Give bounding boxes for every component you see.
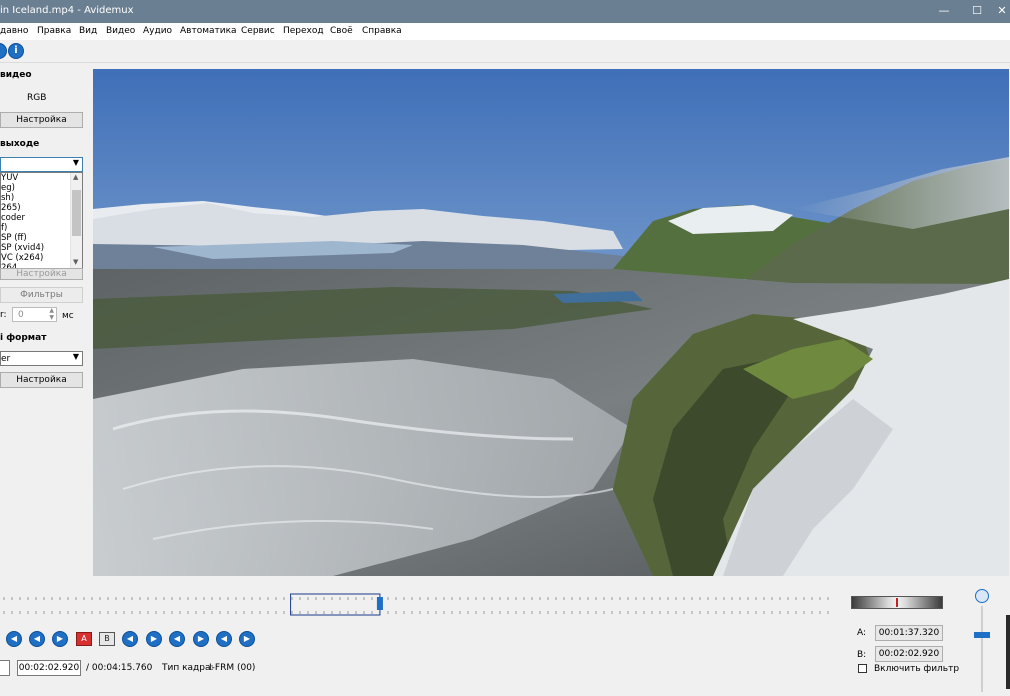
video-frame-image: [93, 69, 1009, 576]
menu-go[interactable]: Переход: [283, 26, 324, 36]
dropdown-scrollbar[interactable]: ▲ ▼: [70, 173, 82, 268]
goto-end-icon[interactable]: ▶: [239, 631, 255, 647]
shift-spinbox[interactable]: 0 ▲ ▼: [12, 307, 57, 322]
current-time-field[interactable]: 00:02:02.920: [17, 660, 81, 676]
video-config-button[interactable]: Настройка: [0, 112, 83, 128]
menu-view[interactable]: Вид: [79, 26, 97, 36]
prev-black-icon[interactable]: ◀: [169, 631, 185, 647]
title-bar: in Iceland.mp4 - Avidemux — ☐ ✕: [0, 0, 1010, 23]
scroll-up-icon[interactable]: ▲: [73, 173, 78, 181]
output-option[interactable]: f): [1, 223, 7, 233]
audio-meter: [851, 596, 943, 609]
menu-help[interactable]: Справка: [362, 26, 402, 36]
frame-type-value: I-FRM (00): [209, 663, 256, 673]
close-button[interactable]: ✕: [994, 2, 1010, 20]
shift-label: r:: [0, 310, 7, 320]
volume-slider-handle[interactable]: [974, 632, 990, 638]
menu-audio[interactable]: Аудио: [143, 26, 172, 36]
output-option[interactable]: coder: [1, 213, 25, 223]
time-partial-field[interactable]: [0, 660, 10, 676]
timeline-cursor[interactable]: [376, 597, 383, 610]
timeline-slider[interactable]: [0, 588, 835, 618]
video-preview: [93, 69, 1009, 576]
marker-b-label: B:: [857, 650, 867, 660]
output-option[interactable]: YUV: [1, 173, 18, 183]
filter-checkbox[interactable]: [858, 664, 867, 673]
marker-a-label: A:: [857, 628, 867, 638]
filter-checkbox-label: Включить фильтр: [874, 664, 960, 674]
toolbar: i: [0, 40, 1010, 63]
output-config-button[interactable]: Настройка: [0, 268, 83, 280]
chevron-down-icon: ▼: [72, 158, 79, 167]
next-black-icon[interactable]: ▶: [193, 631, 209, 647]
shift-unit: мс: [62, 311, 74, 321]
output-option[interactable]: eg): [1, 183, 15, 193]
output-option[interactable]: SP (xvid4): [1, 243, 44, 253]
volume-slider-track[interactable]: [981, 606, 983, 692]
total-time: / 00:04:15.760: [86, 663, 153, 673]
menu-edit[interactable]: Правка: [37, 26, 71, 36]
window-title: in Iceland.mp4 - Avidemux: [0, 5, 134, 16]
format-section-title: і формат: [0, 333, 47, 343]
prev-frame-icon[interactable]: ◀: [122, 631, 138, 647]
format-config-button[interactable]: Настройка: [0, 372, 83, 388]
scrollbar-thumb[interactable]: [72, 190, 81, 236]
output-option[interactable]: SP (ff): [1, 233, 27, 243]
maximize-button[interactable]: ☐: [969, 2, 985, 20]
output-option[interactable]: VC (x264): [1, 253, 43, 263]
next-frame-icon[interactable]: ▶: [146, 631, 162, 647]
output-option[interactable]: 265): [1, 203, 21, 213]
goto-start-icon[interactable]: ◀: [216, 631, 232, 647]
menu-bar: давно Правка Вид Видео Аудио Автоматика …: [0, 23, 1010, 40]
menu-video[interactable]: Видео: [106, 26, 135, 36]
rewind-icon[interactable]: ◀: [6, 631, 22, 647]
minimize-button[interactable]: —: [936, 2, 952, 20]
toolbar-partial-icon[interactable]: [0, 43, 7, 59]
spin-arrows-icon[interactable]: ▲ ▼: [49, 307, 54, 321]
menu-tools[interactable]: Сервис: [241, 26, 275, 36]
output-section-title: выходе: [0, 139, 40, 149]
chevron-down-icon: ▼: [72, 352, 79, 361]
scroll-down-icon[interactable]: ▼: [73, 258, 78, 266]
video-output-dropdown[interactable]: YUV eg) sh) 265) coder f) SP (ff) SP (xv…: [0, 172, 83, 269]
menu-automation[interactable]: Автоматика: [180, 26, 237, 36]
next-keyframe-icon[interactable]: ▶: [52, 631, 68, 647]
info-icon[interactable]: i: [8, 43, 24, 59]
output-format-combo[interactable]: er ▼: [0, 351, 83, 366]
prev-keyframe-icon[interactable]: ◀: [29, 631, 45, 647]
set-marker-b-icon[interactable]: B: [99, 632, 115, 646]
marker-b-time[interactable]: 00:02:02.920: [875, 646, 943, 662]
video-section-title: видео: [0, 70, 32, 80]
frame-type-label: Тип кадра:: [162, 663, 214, 673]
volume-icon[interactable]: [975, 589, 989, 603]
audio-meter-needle: [896, 598, 898, 607]
video-output-combo[interactable]: ▼: [0, 157, 83, 172]
shift-value: 0: [18, 310, 24, 320]
output-option[interactable]: sh): [1, 193, 14, 203]
menu-custom[interactable]: Своё: [330, 26, 353, 36]
selection-range: [290, 593, 381, 616]
filters-button[interactable]: Фильтры: [0, 287, 83, 303]
edge-panel: [1006, 615, 1010, 689]
output-format-value: er: [1, 354, 11, 364]
menu-file[interactable]: давно: [0, 26, 28, 36]
video-decoder-value: RGB: [27, 93, 47, 103]
marker-a-time[interactable]: 00:01:37.320: [875, 625, 943, 641]
set-marker-a-icon[interactable]: A: [76, 632, 92, 646]
